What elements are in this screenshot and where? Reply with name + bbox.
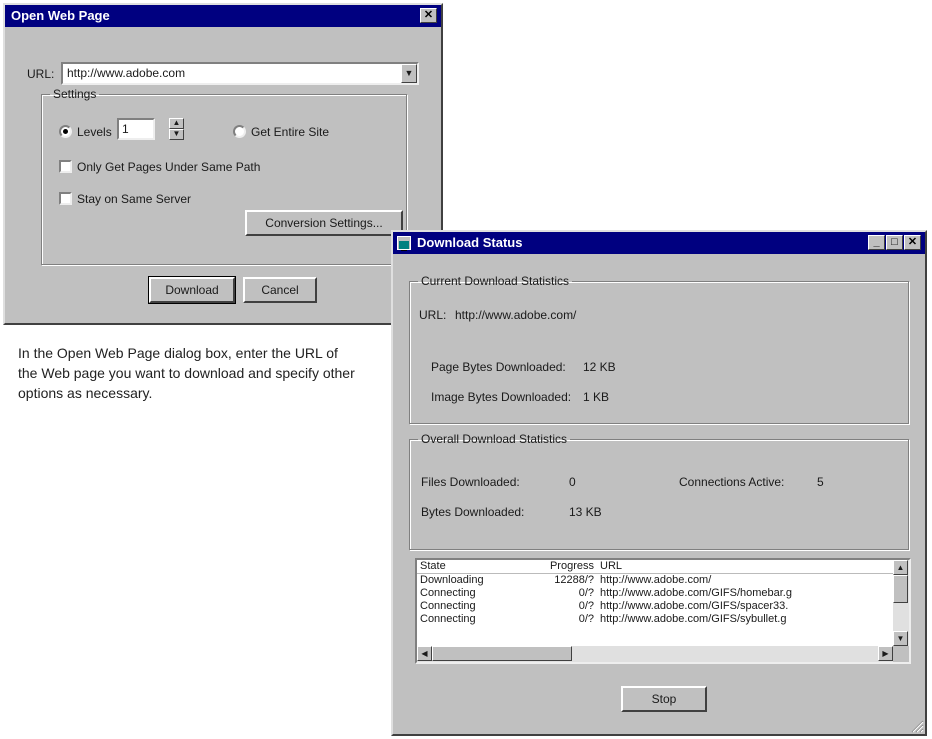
scroll-thumb-horizontal[interactable] [432,646,572,661]
row-state: Downloading [420,573,484,586]
close-icon[interactable]: ✕ [904,235,921,250]
status-titlebar[interactable]: Download Status _ □ ✕ [393,232,925,254]
radio-selected-dot [63,129,68,134]
column-header-state[interactable]: State [417,560,517,574]
close-icon[interactable]: ✕ [420,8,437,23]
table-header-row: State Progress URL [417,560,893,574]
download-table: State Progress URL Downloading 12288/? h… [417,560,893,625]
levels-radio[interactable] [59,125,72,138]
levels-value[interactable]: 1 [122,122,129,136]
only-same-path-checkbox[interactable] [59,160,72,173]
stay-same-server-checkbox[interactable] [59,192,72,205]
minimize-icon[interactable]: _ [868,235,885,250]
chevron-down-icon[interactable]: ▼ [401,64,417,83]
bytes-downloaded-value: 13 KB [569,505,602,519]
row-progress: 0/? [578,612,594,625]
row-url: http://www.adobe.com/GIFS/sybullet.g [600,612,787,625]
column-header-url[interactable]: URL [597,560,893,574]
current-stats-label: Current Download Statistics [421,274,570,288]
dialog-title: Open Web Page [11,8,110,23]
status-title: Download Status [417,235,523,250]
connections-active-value: 5 [817,475,824,489]
stay-same-server-label: Stay on Same Server [77,192,192,206]
url-label: URL: [27,67,55,81]
settings-group: Settings [41,87,407,265]
image-bytes-value: 1 KB [583,390,610,404]
overall-stats-group: Overall Download Statistics [409,432,909,550]
levels-spinner-input[interactable]: 1 [117,118,155,140]
download-list-body: State Progress URL Downloading 12288/? h… [417,560,893,646]
table-row[interactable]: Connecting 0/? http://www.adobe.com/GIFS… [417,586,893,599]
page-bytes-value: 12 KB [583,360,616,374]
scroll-up-icon[interactable]: ▲ [893,560,908,575]
scroll-down-icon[interactable]: ▼ [893,631,908,646]
levels-label: Levels [77,125,112,139]
dialog-titlebar[interactable]: Open Web Page ✕ [5,5,441,27]
files-downloaded-value: 0 [569,475,576,489]
caption-text: In the Open Web Page dialog box, enter t… [18,345,355,401]
scroll-left-icon[interactable]: ◀ [417,646,432,661]
row-state: Connecting [420,612,476,625]
stop-button[interactable]: Stop [621,686,707,712]
table-row[interactable]: Connecting 0/? http://www.adobe.com/GIFS… [417,612,893,625]
resize-grip-icon[interactable] [910,719,924,733]
vertical-scrollbar[interactable]: ▲ ▼ [893,560,909,646]
row-progress: 0/? [578,586,594,599]
download-status-window: Download Status _ □ ✕ Current Download S… [391,230,927,736]
connections-active-label: Connections Active: [679,475,785,489]
download-button[interactable]: Download [148,276,236,304]
files-downloaded-label: Files Downloaded: [421,475,520,489]
image-bytes-label: Image Bytes Downloaded: [431,390,572,404]
spinner-down-icon[interactable]: ▼ [169,129,184,140]
column-header-progress[interactable]: Progress [517,560,597,574]
app-icon [397,236,411,251]
row-state: Connecting [420,586,476,599]
only-same-path-label: Only Get Pages Under Same Path [77,160,261,174]
current-url-value: http://www.adobe.com/ [455,308,577,322]
row-url: http://www.adobe.com/ [600,573,712,586]
row-state: Connecting [420,599,476,612]
table-row[interactable]: Connecting 0/? http://www.adobe.com/GIFS… [417,599,893,612]
scrollbar-corner [893,646,909,662]
maximize-icon[interactable]: □ [886,235,903,250]
url-combobox[interactable]: http://www.adobe.com ▼ [61,62,419,85]
settings-group-label: Settings [53,87,97,101]
current-url-label: URL: [419,308,447,322]
row-progress: 0/? [578,599,594,612]
row-url: http://www.adobe.com/GIFS/homebar.g [600,586,792,599]
horizontal-scrollbar[interactable]: ◀ ▶ [417,646,893,662]
row-url: http://www.adobe.com/GIFS/spacer33. [600,599,789,612]
table-row[interactable]: Downloading 12288/? http://www.adobe.com… [417,573,893,586]
conversion-settings-button[interactable]: Conversion Settings... [245,210,403,236]
open-web-page-dialog: Open Web Page ✕ URL: http://www.adobe.co… [3,3,443,325]
get-entire-site-radio[interactable] [233,125,246,138]
row-progress: 12288/? [554,573,594,586]
cancel-button[interactable]: Cancel [243,277,317,303]
bytes-downloaded-label: Bytes Downloaded: [421,505,525,519]
spinner-up-icon[interactable]: ▲ [169,118,184,129]
scroll-right-icon[interactable]: ▶ [878,646,893,661]
download-list[interactable]: State Progress URL Downloading 12288/? h… [415,558,911,664]
url-input[interactable]: http://www.adobe.com [67,66,185,80]
scroll-thumb[interactable] [893,575,908,603]
page-bytes-label: Page Bytes Downloaded: [431,360,566,374]
get-entire-site-label: Get Entire Site [251,125,330,139]
overall-stats-label: Overall Download Statistics [421,432,568,446]
